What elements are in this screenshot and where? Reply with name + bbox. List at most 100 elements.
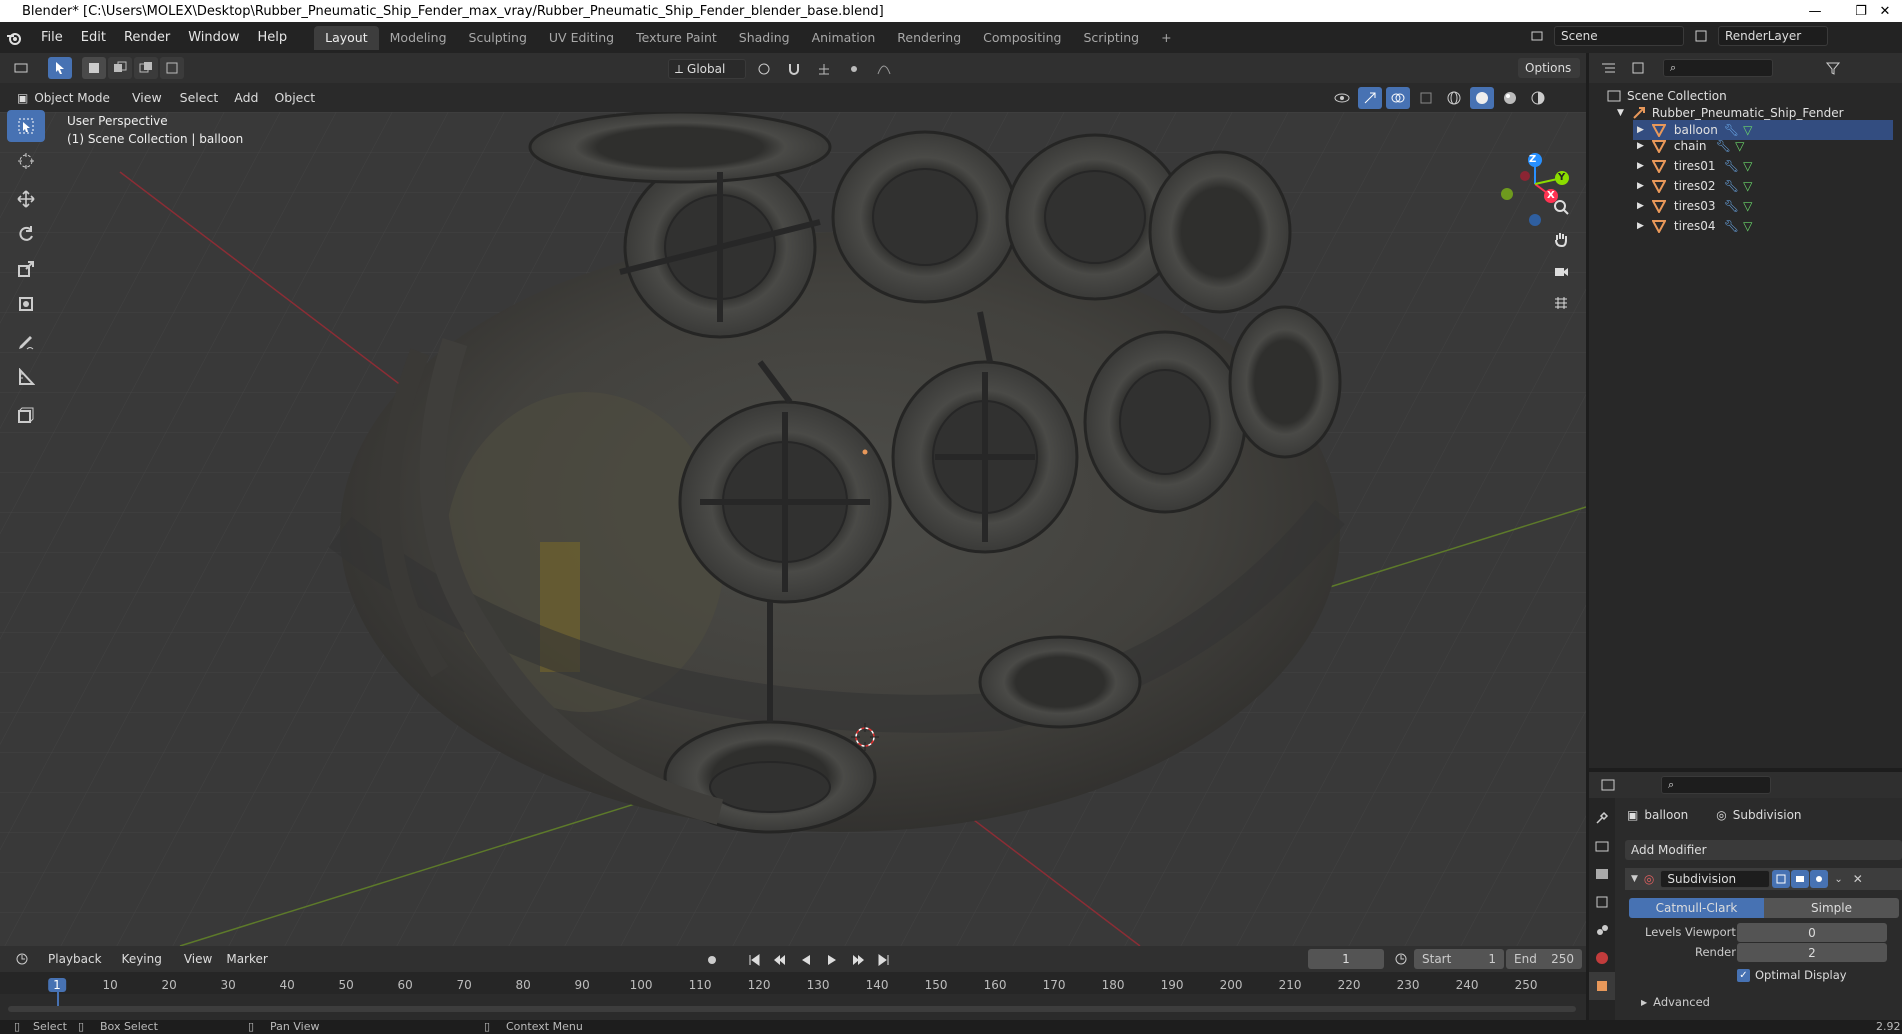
outliner-item-tires02[interactable]: ▶ tires02 🔧︎ ▽ (1633, 176, 1752, 196)
levels-viewport-field[interactable]: 0 (1737, 923, 1887, 942)
viewport-scene[interactable] (0, 112, 1586, 946)
tab-compositing[interactable]: Compositing (972, 26, 1072, 50)
menu-object[interactable]: Object (274, 90, 315, 105)
timeline-ruler[interactable]: 1 10 20 30 40 50 60 70 80 90 100 110 120 130 140 150 160… (0, 972, 1586, 1008)
3d-viewport[interactable]: Z X Y User Perspective (1) Scene Collect… (0, 112, 1586, 946)
next-keyframe-icon[interactable] (846, 949, 870, 971)
object-tab-icon[interactable] (1589, 972, 1615, 1000)
catmull-clark-button[interactable]: Catmull-Clark (1629, 898, 1764, 918)
menu-select[interactable]: Select (180, 90, 219, 105)
add-workspace-button[interactable]: + (1150, 26, 1182, 50)
ortho-grid-icon[interactable] (1548, 290, 1574, 316)
menu-help[interactable]: Help (249, 30, 297, 45)
render-layer-icon[interactable] (1690, 26, 1712, 46)
measure-tool-icon[interactable] (7, 361, 45, 393)
simple-button[interactable]: Simple (1764, 898, 1899, 918)
menu-marker[interactable]: Marker (226, 952, 267, 966)
scene-selector[interactable]: Scene (1554, 26, 1684, 46)
properties-editor-icon[interactable] (1597, 774, 1621, 796)
tab-shading[interactable]: Shading (728, 26, 801, 50)
menu-timeline-view[interactable]: View (184, 952, 212, 966)
render-tab-icon[interactable] (1589, 832, 1615, 860)
viewport-toggle-icon[interactable] (1791, 870, 1810, 888)
output-tab-icon[interactable] (1589, 860, 1615, 888)
select-tool-icon[interactable] (48, 57, 72, 79)
prev-keyframe-icon[interactable] (768, 949, 792, 971)
outliner-search-input[interactable]: ⌕ (1663, 59, 1773, 77)
object-mode-dropdown[interactable]: ▣ Object Mode (10, 87, 118, 108)
tab-texture-paint[interactable]: Texture Paint (625, 26, 728, 50)
rendered-shading-icon[interactable] (1526, 87, 1550, 109)
tab-modeling[interactable]: Modeling (379, 26, 458, 50)
timeline-editor-icon[interactable] (10, 948, 34, 970)
overlays-toggle-icon[interactable] (1386, 87, 1410, 109)
tab-scripting[interactable]: Scripting (1073, 26, 1151, 50)
tool-tab-icon[interactable] (1589, 804, 1615, 832)
scale-tool-icon[interactable] (7, 253, 45, 285)
outliner-editor-icon[interactable] (1597, 57, 1621, 79)
expand-icon[interactable]: ▶ (1637, 125, 1644, 135)
outliner-item-tires01[interactable]: ▶ tires01 🔧︎ ▽ (1633, 156, 1752, 176)
mode-subtract-icon[interactable] (134, 57, 158, 79)
expand-icon[interactable]: ▼ (1617, 108, 1624, 118)
optimal-display-checkbox[interactable]: ✓ Optimal Display (1737, 968, 1847, 982)
annotate-tool-icon[interactable] (7, 326, 45, 358)
expand-icon[interactable]: ▶ (1637, 161, 1644, 171)
expand-icon[interactable]: ▶ (1637, 201, 1644, 211)
add-modifier-button[interactable]: Add Modifier (1625, 840, 1902, 860)
record-keyframe-icon[interactable] (700, 949, 724, 971)
scene-tab-icon[interactable] (1589, 916, 1615, 944)
pan-hand-icon[interactable] (1548, 226, 1574, 252)
modifier-menu-icon[interactable]: ⌄ (1834, 874, 1842, 885)
expand-icon[interactable]: ▶ (1637, 221, 1644, 231)
view-layer-tab-icon[interactable] (1589, 888, 1615, 916)
rotate-tool-icon[interactable] (7, 218, 45, 250)
blender-logo-icon[interactable] (0, 30, 28, 46)
close-window-button[interactable]: ✕ (1868, 0, 1902, 22)
solid-shading-icon[interactable] (1470, 87, 1494, 109)
visibility-icon[interactable] (1330, 87, 1354, 109)
snap-target-icon[interactable] (812, 58, 836, 80)
minimize-button[interactable]: — (1792, 0, 1838, 22)
menu-view[interactable]: View (132, 90, 162, 105)
pivot-icon[interactable] (752, 58, 776, 80)
xray-toggle-icon[interactable] (1414, 87, 1438, 109)
wireframe-shading-icon[interactable] (1442, 87, 1466, 109)
display-mode-icon[interactable] (1627, 57, 1651, 79)
gizmo-toggle-icon[interactable] (1358, 87, 1382, 109)
outliner-item-tires04[interactable]: ▶ tires04 🔧︎ ▽ (1633, 216, 1752, 236)
tab-rendering[interactable]: Rendering (886, 26, 972, 50)
menu-playback[interactable]: Playback (48, 952, 102, 966)
menu-window[interactable]: Window (179, 30, 248, 45)
tab-layout[interactable]: Layout (314, 25, 379, 50)
editor-type-icon[interactable] (10, 57, 34, 79)
move-tool-icon[interactable] (7, 183, 45, 215)
mode-new-icon[interactable] (82, 57, 106, 79)
mode-intersect-icon[interactable] (160, 57, 184, 79)
render-levels-field[interactable]: 2 (1737, 943, 1887, 962)
collapse-icon[interactable]: ▼ (1631, 874, 1638, 884)
preview-range-icon[interactable] (1390, 949, 1412, 969)
scene-icon[interactable] (1526, 26, 1548, 46)
end-frame-field[interactable]: End 250 (1506, 949, 1582, 969)
proportional-edit-icon[interactable] (842, 58, 866, 80)
snap-icon[interactable] (782, 58, 806, 80)
zoom-icon[interactable] (1548, 194, 1574, 220)
menu-add[interactable]: Add (234, 90, 258, 105)
start-frame-field[interactable]: Start 1 (1414, 949, 1504, 969)
cursor-tool-icon[interactable] (7, 145, 45, 177)
menu-render[interactable]: Render (115, 30, 179, 45)
world-tab-icon[interactable] (1589, 944, 1615, 972)
timeline-scrollbar[interactable] (8, 1006, 1576, 1012)
jump-start-icon[interactable] (742, 949, 766, 971)
menu-keying[interactable]: Keying (122, 952, 162, 966)
transform-tool-icon[interactable] (7, 288, 45, 320)
mode-extend-icon[interactable] (108, 57, 132, 79)
select-box-tool-icon[interactable] (7, 110, 45, 142)
play-reverse-icon[interactable] (794, 949, 818, 971)
remove-modifier-icon[interactable]: ✕ (1853, 872, 1863, 886)
tab-uv-editing[interactable]: UV Editing (538, 26, 625, 50)
outliner-item-chain[interactable]: ▶ chain 🔧︎ ▽ (1633, 136, 1744, 156)
options-dropdown[interactable]: Options (1518, 58, 1580, 78)
current-frame-field[interactable]: 1 (1308, 949, 1384, 969)
